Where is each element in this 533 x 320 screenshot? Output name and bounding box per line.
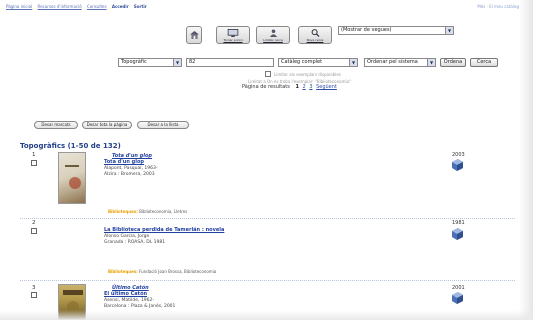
record-number: 3 xyxy=(32,285,36,291)
result-record: 1 Tota d'un glop Tota d'un glop Alapont,… xyxy=(20,152,515,218)
return-to-start-button[interactable]: Tornar a inici xyxy=(216,26,250,44)
nav-link-home[interactable]: Pàgina inicial xyxy=(6,4,32,9)
page-current: 1 xyxy=(295,84,299,90)
result-record: 2 La Biblioteca perdida de Tamerlán : no… xyxy=(20,220,515,282)
sort-select[interactable]: Ordenar pel sistema ▼ xyxy=(364,58,436,67)
chevron-down-icon: ▼ xyxy=(427,59,435,66)
order-button[interactable]: Ordena xyxy=(440,58,466,67)
libraries-value: Fundació Joan Brossa, Biblioteconomia xyxy=(139,269,217,274)
save-marked-button[interactable]: Desar marcats xyxy=(34,121,78,129)
person-icon xyxy=(269,28,277,37)
account-links[interactable]: Més · El meu catàleg xyxy=(477,4,519,9)
page-link-2[interactable]: 2 xyxy=(303,84,306,90)
results-heading: Topogràfics (1-50 de 132) xyxy=(20,142,121,150)
record-author: Alonso García, Jorge xyxy=(104,234,150,239)
limit-available-label: Limitar als exemplars disponibles xyxy=(274,72,341,77)
record-year: 2003 xyxy=(452,152,465,158)
record-imprint: Granada : ROASA, DL 1981 xyxy=(104,240,166,245)
record-imprint: Alzira : Bromera, 2003 xyxy=(104,172,155,177)
record-year: 1981 xyxy=(452,220,465,226)
search-field-select[interactable]: Topogràfic ▼ xyxy=(118,58,182,67)
top-navigation: Pàgina inicial Recursos d'informació Con… xyxy=(6,4,151,9)
new-search-label: Nova cerca xyxy=(306,37,324,42)
sort-value: Ordenar pel sistema xyxy=(367,59,418,65)
scope-select[interactable]: Catàleg complet ▼ xyxy=(278,58,358,67)
book-cover-image[interactable] xyxy=(58,152,86,204)
page-shadow-bottom xyxy=(0,310,533,320)
page-shadow-right xyxy=(519,0,533,320)
nav-link-queries[interactable]: Consultes xyxy=(87,4,107,9)
libraries-label: Biblioteques: xyxy=(108,269,138,274)
home-icon xyxy=(189,31,199,39)
search-input[interactable]: 82 xyxy=(186,58,274,67)
save-to-list-button[interactable]: Desar a la llista xyxy=(137,121,189,129)
libraries-value: Biblioteconomia, Lletres xyxy=(139,209,188,214)
record-author: Asensi, Matilde, 1962- xyxy=(104,298,154,303)
record-year: 2001 xyxy=(452,285,465,291)
limit-available-checkbox[interactable] xyxy=(265,71,271,77)
record-title-link[interactable]: La Biblioteca perdida de Tamerlán : nove… xyxy=(104,227,224,233)
record-libraries: Biblioteques: Biblioteconomia, Lletres xyxy=(108,209,187,214)
monitor-icon xyxy=(227,28,239,37)
record-checkbox[interactable] xyxy=(31,292,37,298)
libraries-label: Biblioteques: xyxy=(108,209,138,214)
magnifier-icon xyxy=(311,28,319,37)
record-number: 2 xyxy=(32,220,36,226)
chevron-down-icon: ▼ xyxy=(173,59,181,66)
display-mode-value: (Mostrar de vegues) xyxy=(341,27,392,33)
nav-link-logout[interactable]: Sortir xyxy=(134,4,147,9)
limit-search-button[interactable]: Limitar cerca xyxy=(256,26,290,44)
search-field-value: Topogràfic xyxy=(121,59,147,65)
save-page-button[interactable]: Desar tota la pàgina xyxy=(82,121,132,129)
nav-link-login[interactable]: Accedir xyxy=(112,4,129,9)
search-button[interactable]: Cerca xyxy=(470,58,498,67)
record-number: 1 xyxy=(32,152,36,158)
display-mode-select[interactable]: (Mostrar de vegues) ▼ xyxy=(338,26,454,35)
cover-art xyxy=(65,165,81,189)
record-checkbox[interactable] xyxy=(31,160,37,166)
record-imprint: Barcelona : Plaza & Janés, 2001 xyxy=(104,304,176,309)
page-link-3[interactable]: 3 xyxy=(309,84,312,90)
return-to-start-label: Tornar a inici xyxy=(223,37,243,42)
record-libraries: Biblioteques: Fundació Joan Brossa, Bibl… xyxy=(108,269,216,274)
book-format-icon[interactable] xyxy=(451,159,464,171)
record-divider xyxy=(20,218,515,219)
home-button[interactable] xyxy=(186,26,202,44)
pagination: Pàgina de resultats 1 2 3 Següent xyxy=(242,84,337,90)
record-divider xyxy=(20,280,515,281)
pagination-label: Pàgina de resultats xyxy=(242,84,290,90)
chevron-down-icon: ▼ xyxy=(349,59,357,66)
nav-link-resources[interactable]: Recursos d'informació xyxy=(38,4,82,9)
catalog-page: Pàgina inicial Recursos d'informació Con… xyxy=(0,0,533,320)
scope-value: Catàleg complet xyxy=(281,59,323,65)
record-checkbox[interactable] xyxy=(31,228,37,234)
next-page-link[interactable]: Següent xyxy=(316,84,337,90)
book-format-icon[interactable] xyxy=(451,228,464,240)
record-title-link[interactable]: Tota d'un glop xyxy=(104,159,144,165)
record-title-link[interactable]: El último Catón xyxy=(104,291,147,297)
chevron-down-icon: ▼ xyxy=(445,27,453,34)
new-search-button[interactable]: Nova cerca xyxy=(298,26,332,44)
book-format-icon[interactable] xyxy=(451,292,464,304)
limit-search-label: Limitar cerca xyxy=(263,37,283,42)
record-author: Alapont, Pasqual, 1963- xyxy=(104,166,158,171)
